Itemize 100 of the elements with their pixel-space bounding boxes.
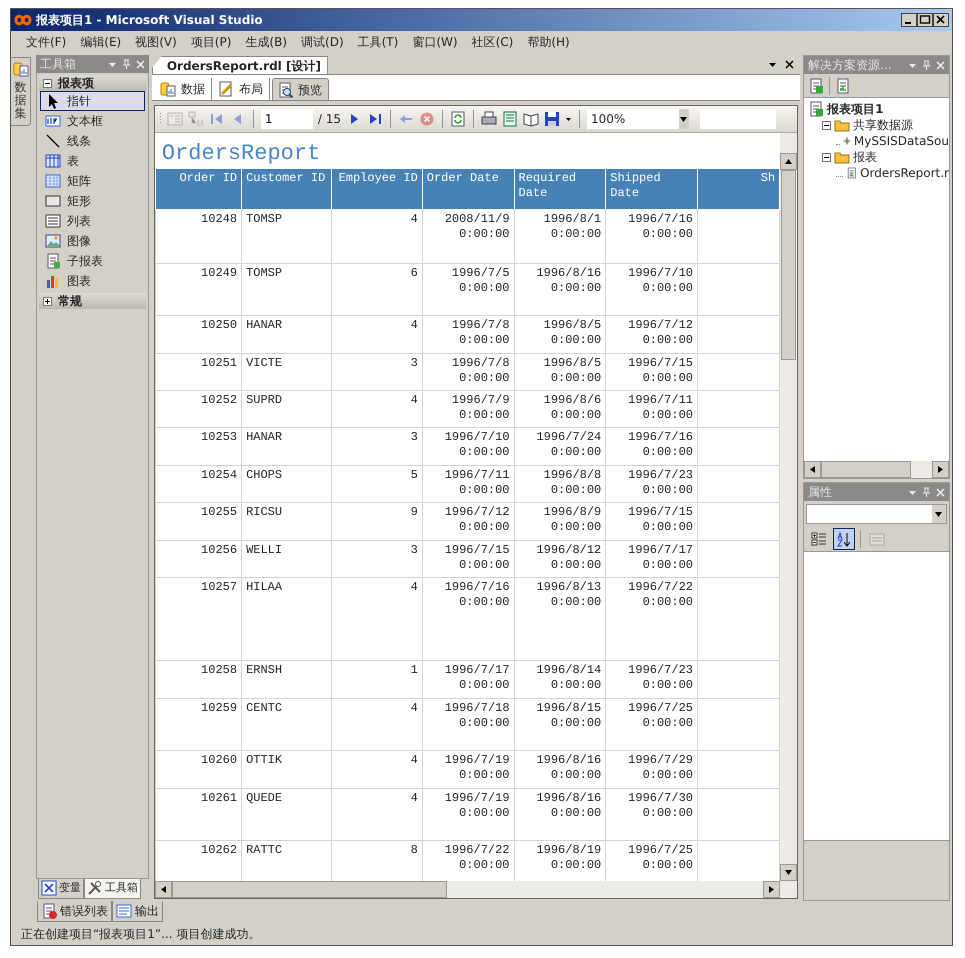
menu-item[interactable]: 生成(B) — [238, 33, 294, 51]
sort-az-button[interactable] — [833, 528, 856, 550]
expand-icon[interactable] — [42, 296, 52, 306]
collapse-icon[interactable] — [822, 120, 832, 130]
table-cell: 10248 — [155, 209, 242, 263]
table-cell: ERNSH — [242, 660, 332, 698]
arrow-icon — [768, 886, 776, 893]
toolbox-item[interactable]: 文本框 — [40, 111, 145, 131]
view-tab[interactable]: 布局 — [214, 78, 270, 100]
side-tab[interactable]: 数据集 — [11, 57, 31, 126]
pin-icon[interactable] — [922, 487, 931, 497]
view-tab[interactable]: 数据 — [156, 78, 212, 100]
menu-item[interactable]: 窗口(W) — [405, 33, 465, 51]
toolbox-item[interactable]: 矩阵 — [40, 171, 145, 191]
panel-tab[interactable]: 变量 — [38, 879, 84, 898]
project-icon — [808, 101, 824, 117]
scroll-right-button[interactable] — [763, 881, 780, 898]
print-icon[interactable] — [480, 111, 497, 127]
view-tab[interactable]: 预览 — [272, 78, 329, 100]
group-header[interactable]: 常规 — [38, 293, 146, 309]
dropdown-icon[interactable] — [768, 60, 778, 69]
scroll-left-button[interactable] — [154, 881, 172, 898]
toolbox-item[interactable]: 表 — [40, 151, 145, 171]
close-button[interactable] — [933, 13, 949, 27]
menu-item[interactable]: 文件(F) — [19, 33, 74, 51]
table-cell: 10258 — [155, 660, 242, 698]
scroll-thumb[interactable] — [821, 461, 912, 478]
maximize-button[interactable] — [917, 13, 933, 27]
page-number-field[interactable]: 1 — [260, 109, 313, 129]
scroll-thumb[interactable] — [781, 170, 796, 360]
pin-icon[interactable] — [922, 60, 931, 70]
column-header: Required Date — [514, 169, 606, 209]
toolbox-item[interactable]: 子报表 — [40, 251, 145, 271]
scroll-thumb[interactable] — [172, 881, 447, 898]
panel-tab[interactable]: 错误列表 — [37, 901, 112, 922]
menu-item[interactable]: 工具(T) — [350, 33, 406, 51]
table-cell: TOMSP — [242, 263, 332, 315]
toolbox-item[interactable]: 指针 — [40, 91, 145, 111]
categorized-icon — [811, 531, 828, 547]
table-cell: 1996/7/18 0:00:00 — [422, 698, 514, 750]
minimize-button[interactable] — [901, 13, 917, 27]
toolbox-item[interactable]: 列表 — [40, 211, 145, 231]
preview-icon — [276, 82, 293, 98]
panel-tab[interactable]: 工具箱 — [84, 879, 141, 898]
panel-title: 解决方案资源... — [808, 57, 892, 74]
table-cell: 1996/7/15 0:00:00 — [606, 502, 698, 540]
toolbox-item[interactable]: 矩形 — [40, 191, 145, 211]
refresh-icon[interactable] — [450, 111, 466, 127]
scroll-right-button[interactable] — [932, 461, 949, 478]
tree-item[interactable]: 报表 — [853, 148, 878, 166]
document-tab[interactable]: OrdersReport.rdl [设计] — [152, 56, 328, 74]
table-cell: 10261 — [155, 788, 242, 840]
horizontal-scrollbar[interactable] — [804, 461, 949, 478]
group-header[interactable]: 报表项 — [38, 75, 146, 91]
menu-item[interactable]: 视图(V) — [128, 33, 184, 51]
table-cell: RICSU — [242, 502, 332, 540]
logo-icon — [14, 13, 32, 27]
table-cell: 1996/8/15 0:00:00 — [514, 698, 606, 750]
table-cell: 10255 — [155, 502, 242, 540]
menu-item[interactable]: 项目(P) — [184, 33, 238, 51]
image-icon — [44, 233, 61, 249]
table-cell: 1996/8/16 0:00:00 — [514, 788, 606, 840]
panel-tab[interactable]: 输出 — [112, 901, 163, 922]
page-setup-icon[interactable] — [522, 111, 539, 127]
menu-item[interactable]: 帮助(H) — [520, 33, 577, 51]
toolbox-item[interactable]: 图像 — [40, 231, 145, 251]
scroll-down-button[interactable] — [780, 864, 798, 881]
error-list-icon — [41, 903, 57, 919]
variables-icon — [40, 880, 57, 896]
arrow-icon — [936, 466, 944, 473]
table-cell: 1996/7/10 0:00:00 — [422, 427, 514, 465]
report-title: OrdersReport — [162, 141, 320, 166]
pin-icon[interactable] — [122, 59, 131, 69]
menu-item[interactable]: 社区(C) — [464, 33, 520, 51]
menu-item[interactable]: 编辑(E) — [73, 33, 128, 51]
horizontal-scrollbar[interactable] — [154, 881, 798, 898]
toolbox-item[interactable]: 线条 — [40, 131, 145, 151]
scroll-up-button[interactable] — [780, 153, 798, 170]
caret-icon — [935, 512, 942, 516]
table-cell: CENTC — [242, 698, 332, 750]
tree-item[interactable]: 报表项目1 — [827, 100, 884, 118]
layout-icon — [218, 81, 234, 97]
vertical-scrollbar[interactable] — [780, 133, 798, 881]
tree-item[interactable]: 共享数据源 — [853, 116, 914, 134]
tree-item[interactable]: OrdersReport.r — [860, 164, 949, 182]
toolbox-item[interactable]: 图表 — [40, 271, 145, 291]
scroll-left-button[interactable] — [804, 461, 822, 478]
print-layout-icon[interactable] — [502, 111, 518, 127]
save-icon[interactable] — [544, 111, 560, 127]
collapse-icon[interactable] — [822, 152, 832, 162]
table-cell: SUPRD — [242, 390, 332, 427]
collapse-icon[interactable] — [42, 78, 52, 88]
zoom-dropdown[interactable]: 100% — [586, 109, 689, 129]
tree-item[interactable]: MySSISDataSou — [854, 132, 949, 150]
find-field[interactable] — [700, 109, 776, 129]
table-cell: 1996/7/29 0:00:00 — [606, 750, 698, 788]
project-icon — [808, 78, 824, 94]
table-cell: HANAR — [242, 427, 332, 465]
menu-item[interactable]: 调试(D) — [294, 33, 351, 51]
close-icon[interactable] — [785, 60, 794, 69]
